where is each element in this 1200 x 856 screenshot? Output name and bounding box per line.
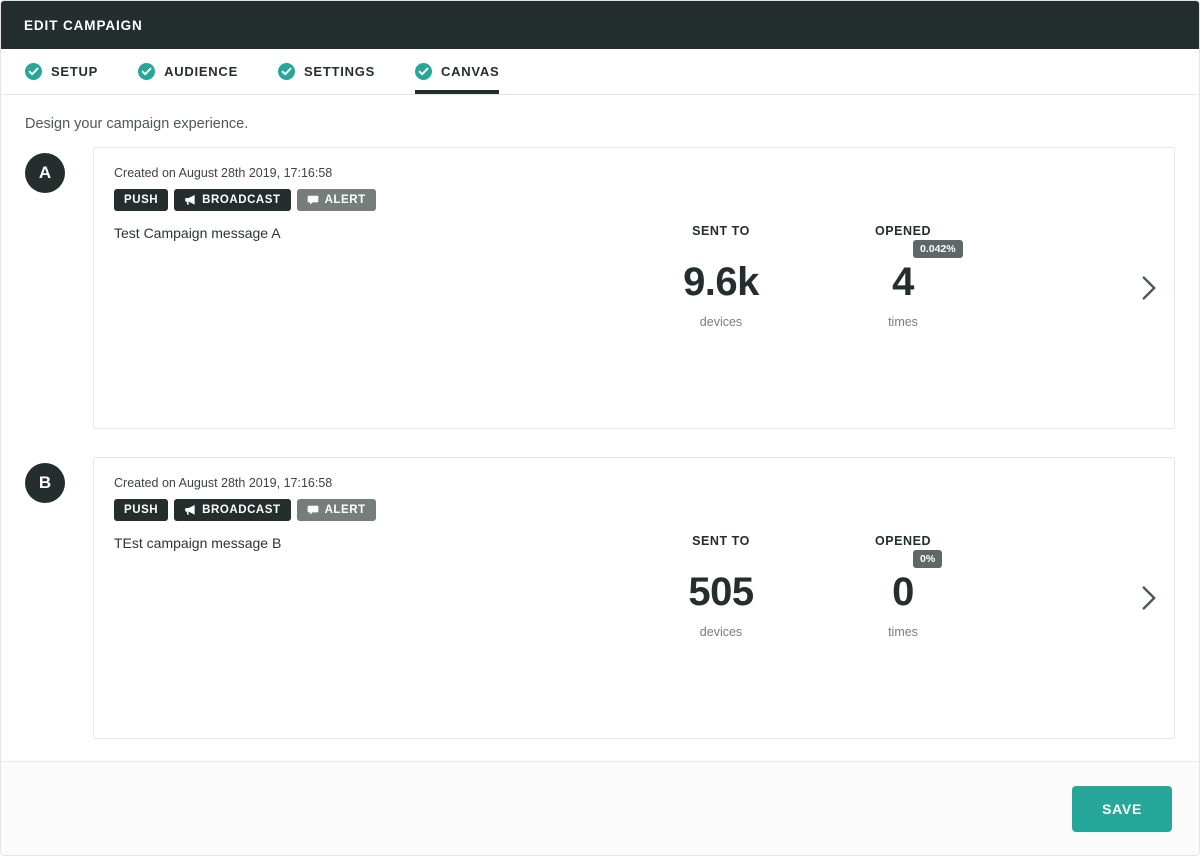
tab-label: SETTINGS: [304, 64, 376, 79]
channel-badge-push: PUSH: [114, 189, 169, 211]
stat-percent-badge: 0%: [913, 550, 943, 568]
stat-unit: times: [888, 625, 918, 639]
channel-badge-alert: ALERT: [296, 499, 376, 521]
stat-unit: devices: [699, 625, 743, 639]
tab-audience[interactable]: AUDIENCE: [138, 49, 256, 94]
page-subtitle: Design your campaign experience.: [25, 116, 249, 132]
variant-stats: SENT TO 9.6k devices OPENED 0.042% 4 times: [654, 166, 1174, 410]
stat-percent-badge: 0.042%: [913, 240, 963, 258]
created-on-text: Created on August 28th 2019, 17:16:58: [114, 476, 333, 490]
canvas-variants-list: A Created on August 28th 2019, 17:16:58 PU…: [1, 147, 1199, 761]
save-button[interactable]: SAVE: [1072, 785, 1172, 832]
channel-badges: PUSH BROADCAST ALERT: [114, 499, 654, 521]
variant-card-details: Created on August 28th 2019, 17:16:58 PUS…: [94, 476, 654, 720]
tab-label: AUDIENCE: [164, 64, 238, 79]
variant-row: A Created on August 28th 2019, 17:16:58 PU…: [25, 147, 1175, 429]
variant-message-text: TEst campaign message B: [114, 535, 282, 551]
tab-setup[interactable]: SETUP: [25, 49, 116, 94]
tab-canvas[interactable]: CANVAS: [415, 49, 517, 94]
stat-unit: devices: [699, 315, 743, 329]
comment-icon: [307, 195, 318, 205]
channel-badge-broadcast: BROADCAST: [174, 499, 291, 521]
variant-letter-badge: A: [25, 153, 65, 193]
stat-sent-to: SENT TO 505 devices: [676, 534, 766, 720]
stat-label: OPENED: [874, 224, 932, 238]
check-circle-icon: [415, 63, 433, 80]
stat-opened: OPENED 0% 0 times: [858, 534, 948, 720]
channel-badge-label: ALERT: [324, 194, 366, 206]
variant-card-details: Created on August 28th 2019, 17:16:58 PUS…: [94, 166, 654, 410]
modal-title: EDIT CAMPAIGN: [24, 17, 143, 33]
variant-card[interactable]: Created on August 28th 2019, 17:16:58 PUS…: [93, 457, 1175, 739]
chevron-right-icon[interactable]: [1140, 585, 1158, 611]
check-circle-icon: [138, 63, 156, 80]
stat-value: 0: [892, 570, 914, 614]
stat-value: 4: [892, 260, 914, 304]
stat-label: SENT TO: [692, 534, 750, 548]
channel-badges: PUSH BROADCAST ALERT: [114, 189, 654, 211]
modal-titlebar: EDIT CAMPAIGN: [1, 1, 1199, 49]
stat-opened: OPENED 0.042% 4 times: [858, 224, 963, 410]
chevron-right-icon[interactable]: [1140, 275, 1158, 301]
variant-message-text: Test Campaign message A: [114, 225, 281, 241]
channel-badge-alert: ALERT: [296, 189, 376, 211]
variant-card[interactable]: Created on August 28th 2019, 17:16:58 PUS…: [93, 147, 1175, 429]
tab-settings[interactable]: SETTINGS: [278, 49, 393, 94]
check-circle-icon: [25, 63, 42, 80]
megaphone-icon: [185, 505, 195, 515]
channel-badge-label: BROADCAST: [202, 504, 281, 516]
stat-value: 9.6k: [683, 260, 759, 304]
channel-badge-broadcast: BROADCAST: [174, 189, 291, 211]
stat-value: 505: [688, 570, 754, 614]
wizard-tabbar: SETUP AUDIENCE SETTINGS CANVAS: [1, 49, 1199, 95]
comment-icon: [307, 505, 318, 515]
channel-badge-label: PUSH: [124, 504, 159, 516]
channel-badge-label: PUSH: [124, 194, 159, 206]
variant-row: B Created on August 28th 2019, 17:16:58 PU…: [25, 457, 1175, 739]
modal-footer: SAVE: [1, 761, 1199, 855]
stat-label: OPENED: [874, 534, 932, 548]
stat-label: SENT TO: [692, 224, 750, 238]
page-subtitle-row: Design your campaign experience.: [1, 95, 1199, 147]
variant-stats: SENT TO 505 devices OPENED 0% 0 times: [654, 476, 1174, 720]
tab-label: SETUP: [51, 64, 99, 79]
channel-badge-label: ALERT: [324, 504, 366, 516]
check-circle-icon: [278, 63, 295, 80]
channel-badge-label: BROADCAST: [202, 194, 281, 206]
variant-letter-badge: B: [25, 463, 65, 503]
stat-unit: times: [888, 315, 918, 329]
tab-label: CANVAS: [441, 64, 500, 79]
megaphone-icon: [185, 195, 195, 205]
stat-sent-to: SENT TO 9.6k devices: [676, 224, 766, 410]
channel-badge-push: PUSH: [114, 499, 169, 521]
created-on-text: Created on August 28th 2019, 17:16:58: [114, 166, 333, 180]
edit-campaign-modal: EDIT CAMPAIGN SETUP AUDIENCE SETTINGS CANVA…: [0, 0, 1200, 856]
